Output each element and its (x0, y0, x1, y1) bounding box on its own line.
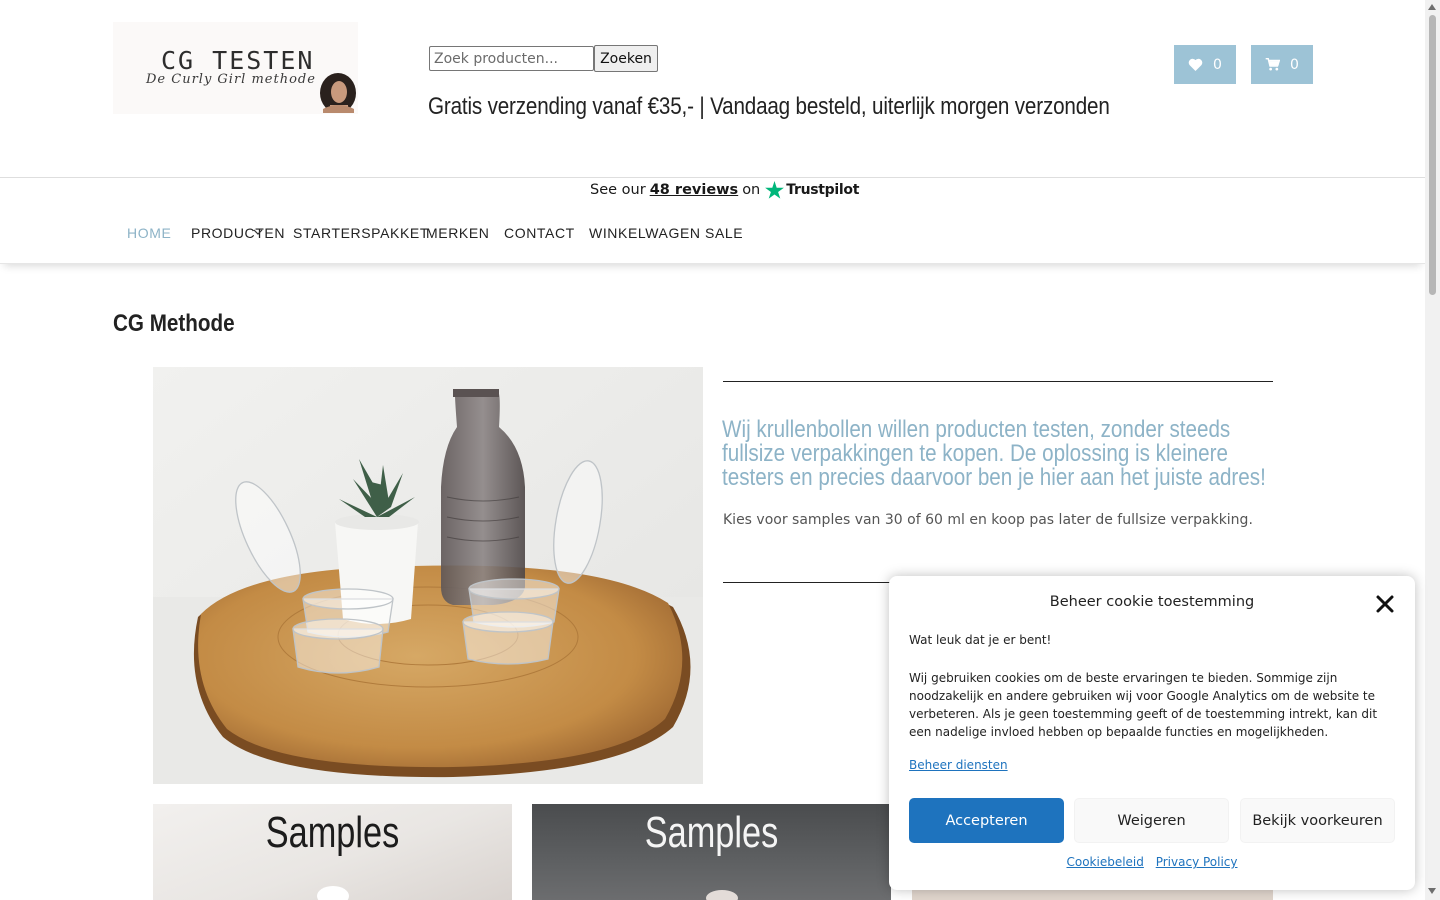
cart-icon (1265, 58, 1281, 71)
search-input[interactable] (429, 46, 594, 71)
intro-divider-bottom (723, 582, 893, 583)
trustpilot-star-icon (765, 181, 785, 199)
category-tile-samples-2[interactable]: Samples (532, 804, 891, 900)
cart-count: 0 (1290, 56, 1299, 73)
page: CG TESTEN De Curly Girl methode Zoeken G… (0, 0, 1440, 900)
trustpilot-prefix: See our (590, 182, 646, 198)
heart-icon (1188, 58, 1203, 71)
hero-product-image (153, 367, 703, 784)
search-button[interactable]: Zoeken (594, 45, 658, 72)
cookie-consent-dialog: Beheer cookie toestemming Wat leuk dat j… (889, 576, 1415, 890)
wishlist-count: 0 (1213, 56, 1222, 73)
cookie-body-text: Wij gebruiken cookies om de beste ervari… (909, 671, 1378, 739)
logo-subtitle: De Curly Girl methode (146, 72, 316, 87)
page-title: CG Methode (113, 310, 235, 337)
shipping-tagline: Gratis verzending vanaf €35,- | Vandaag … (428, 93, 1110, 120)
tile-product-image (706, 890, 738, 900)
view-preferences-button[interactable]: Bekijk voorkeuren (1240, 798, 1395, 843)
trustpilot-logo: Trustpilot (765, 181, 859, 199)
logo-portrait-icon (320, 73, 356, 113)
nav-starterspakket[interactable]: STARTERSPAKKET (293, 225, 429, 241)
manage-services-link[interactable]: Beheer diensten (909, 758, 1008, 772)
trustpilot-on: on (742, 182, 761, 198)
scroll-down-arrow-icon[interactable] (1428, 888, 1436, 894)
scroll-thumb[interactable] (1429, 15, 1436, 295)
intro-divider-top (723, 381, 1273, 382)
logo-title: CG TESTEN (161, 46, 315, 75)
intro-text: Kies voor samples van 30 of 60 ml en koo… (723, 512, 1253, 528)
cart-button[interactable]: 0 (1251, 45, 1313, 84)
nav-producten[interactable]: PRODUCTEN (191, 225, 285, 241)
nav-winkelwagen[interactable]: WINKELWAGEN (589, 225, 701, 241)
cookie-policy-link[interactable]: Cookiebeleid (1066, 855, 1143, 869)
nav-home[interactable]: HOME (127, 225, 171, 241)
nav-contact[interactable]: CONTACT (504, 225, 575, 241)
nav-merken[interactable]: MERKEN (426, 225, 490, 241)
tile-label: Samples (644, 808, 779, 857)
nav-sale[interactable]: SALE (705, 225, 743, 241)
wishlist-button[interactable]: 0 (1174, 45, 1236, 84)
cookie-greeting: Wat leuk dat je er bent! (909, 633, 1052, 647)
trustpilot-reviews-link[interactable]: 48 reviews (650, 182, 739, 198)
tile-product-image (317, 886, 349, 900)
site-logo[interactable]: CG TESTEN De Curly Girl methode (113, 22, 358, 114)
trustpilot-brand: Trustpilot (786, 182, 860, 198)
privacy-policy-link[interactable]: Privacy Policy (1156, 855, 1238, 869)
accept-button[interactable]: Accepteren (909, 798, 1064, 843)
deny-button[interactable]: Weigeren (1074, 798, 1229, 843)
page-scrollbar[interactable] (1425, 0, 1440, 900)
cookie-policy-links: Cookiebeleid Privacy Policy (889, 855, 1415, 869)
scroll-up-arrow-icon[interactable] (1428, 4, 1436, 10)
chevron-down-icon[interactable] (253, 228, 263, 236)
cookie-title: Beheer cookie toestemming (1049, 594, 1255, 610)
category-tile-samples-1[interactable]: Samples (153, 804, 512, 900)
main-navigation: HOME PRODUCTEN STARTERSPAKKET MERKEN CON… (0, 212, 1425, 264)
tile-label: Samples (265, 808, 400, 857)
trustpilot-widget[interactable]: See our 48 reviews on Trustpilot (590, 178, 859, 202)
close-icon[interactable] (1373, 592, 1397, 616)
intro-heading: Wij krullenbollen willen producten teste… (722, 416, 1266, 491)
